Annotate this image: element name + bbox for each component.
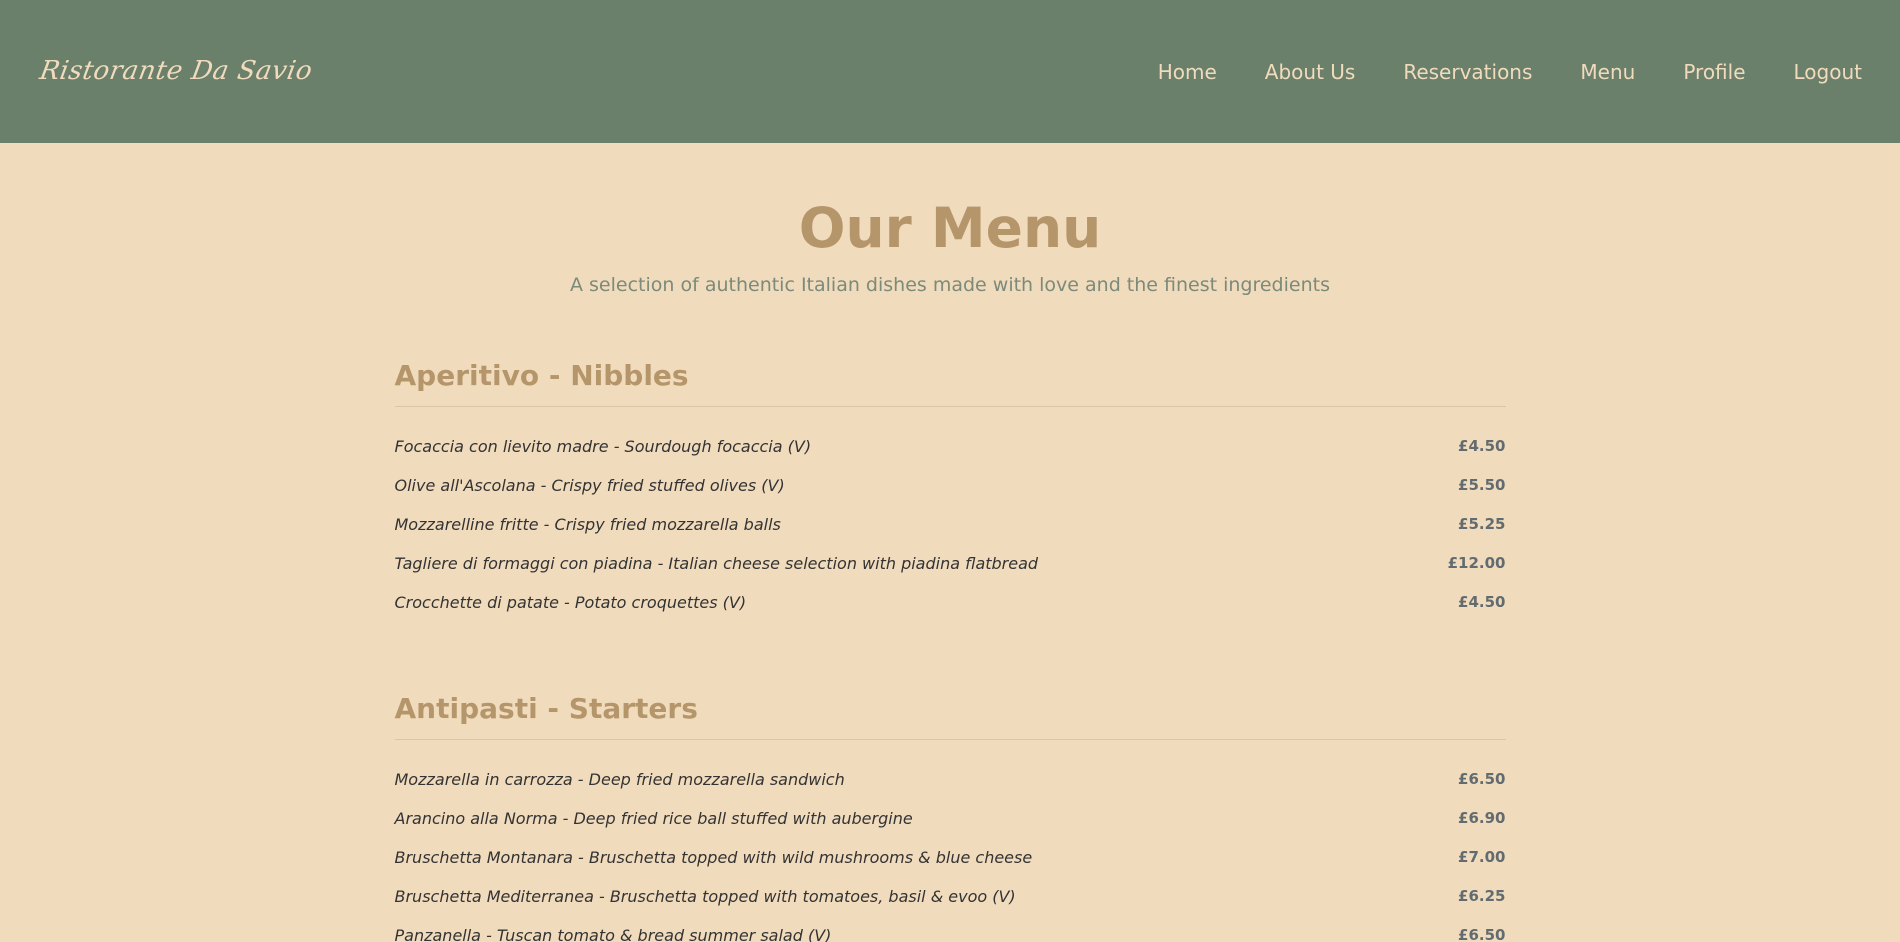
section-title: Aperitivo - Nibbles: [394, 359, 1506, 407]
menu-item: Crocchette di patate - Potato croquettes…: [395, 583, 1506, 622]
menu-item-name: Bruschetta Montanara - Bruschetta topped…: [394, 847, 1033, 867]
menu-item-name: Crocchette di patate - Potato croquettes…: [394, 592, 747, 612]
menu-item-name: Arancino alla Norma - Deep fried rice ba…: [394, 808, 913, 828]
menu-item: Bruschetta Mediterranea - Bruschetta top…: [395, 877, 1506, 916]
main-nav: Home About Us Reservations Menu Profile …: [1110, 60, 1862, 84]
menu-item-price: £6.25: [1458, 887, 1506, 905]
menu-item-price: £5.50: [1458, 476, 1506, 494]
menu-item-name: Panzanella - Tuscan tomato & bread summe…: [394, 925, 832, 942]
menu-item-price: £6.90: [1458, 809, 1506, 827]
menu-item-name: Mozzarelline fritte - Crispy fried mozza…: [394, 514, 781, 534]
menu-item-price: £4.50: [1458, 593, 1506, 611]
nav-reservations[interactable]: Reservations: [1403, 60, 1532, 84]
menu-item-price: £4.50: [1458, 437, 1506, 455]
menu-item: Mozzarelline fritte - Crispy fried mozza…: [395, 505, 1506, 544]
page-subtitle: A selection of authentic Italian dishes …: [570, 273, 1330, 296]
menu-item: Focaccia con lievito madre - Sourdough f…: [395, 427, 1506, 466]
menu-item: Mozzarella in carrozza - Deep fried mozz…: [395, 760, 1506, 799]
menu-content: Our Menu A selection of authentic Italia…: [394, 143, 1506, 942]
menu-section-aperitivo: Aperitivo - Nibbles Focaccia con lievito…: [394, 359, 1506, 622]
menu-section-antipasti: Antipasti - Starters Mozzarella in carro…: [394, 692, 1506, 942]
site-header: Ristorante Da Savio Home About Us Reserv…: [0, 0, 1900, 143]
menu-item: Olive all'Ascolana - Crispy fried stuffe…: [395, 466, 1506, 505]
nav-home[interactable]: Home: [1158, 60, 1217, 84]
menu-item-name: Focaccia con lievito madre - Sourdough f…: [394, 436, 812, 456]
menu-item-price: £12.00: [1447, 554, 1506, 572]
menu-item-price: £6.50: [1458, 770, 1506, 788]
brand-logo[interactable]: Ristorante Da Savio: [37, 56, 314, 86]
nav-menu[interactable]: Menu: [1580, 60, 1635, 84]
menu-item-name: Tagliere di formaggi con piadina - Itali…: [394, 553, 1039, 573]
menu-item-name: Olive all'Ascolana - Crispy fried stuffe…: [394, 475, 785, 495]
menu-item-price: £5.25: [1458, 515, 1506, 533]
menu-item-price: £6.50: [1458, 926, 1506, 942]
menu-item: Panzanella - Tuscan tomato & bread summe…: [395, 916, 1506, 942]
nav-profile[interactable]: Profile: [1683, 60, 1745, 84]
section-title: Antipasti - Starters: [394, 692, 1506, 740]
menu-item: Bruschetta Montanara - Bruschetta topped…: [395, 838, 1506, 877]
page-title: Our Menu: [798, 196, 1102, 260]
menu-item-name: Bruschetta Mediterranea - Bruschetta top…: [394, 886, 1016, 906]
menu-item-price: £7.00: [1458, 848, 1506, 866]
nav-logout[interactable]: Logout: [1794, 60, 1862, 84]
menu-item: Arancino alla Norma - Deep fried rice ba…: [395, 799, 1506, 838]
menu-item: Tagliere di formaggi con piadina - Itali…: [395, 544, 1506, 583]
nav-about-us[interactable]: About Us: [1265, 60, 1356, 84]
menu-item-name: Mozzarella in carrozza - Deep fried mozz…: [394, 769, 845, 789]
